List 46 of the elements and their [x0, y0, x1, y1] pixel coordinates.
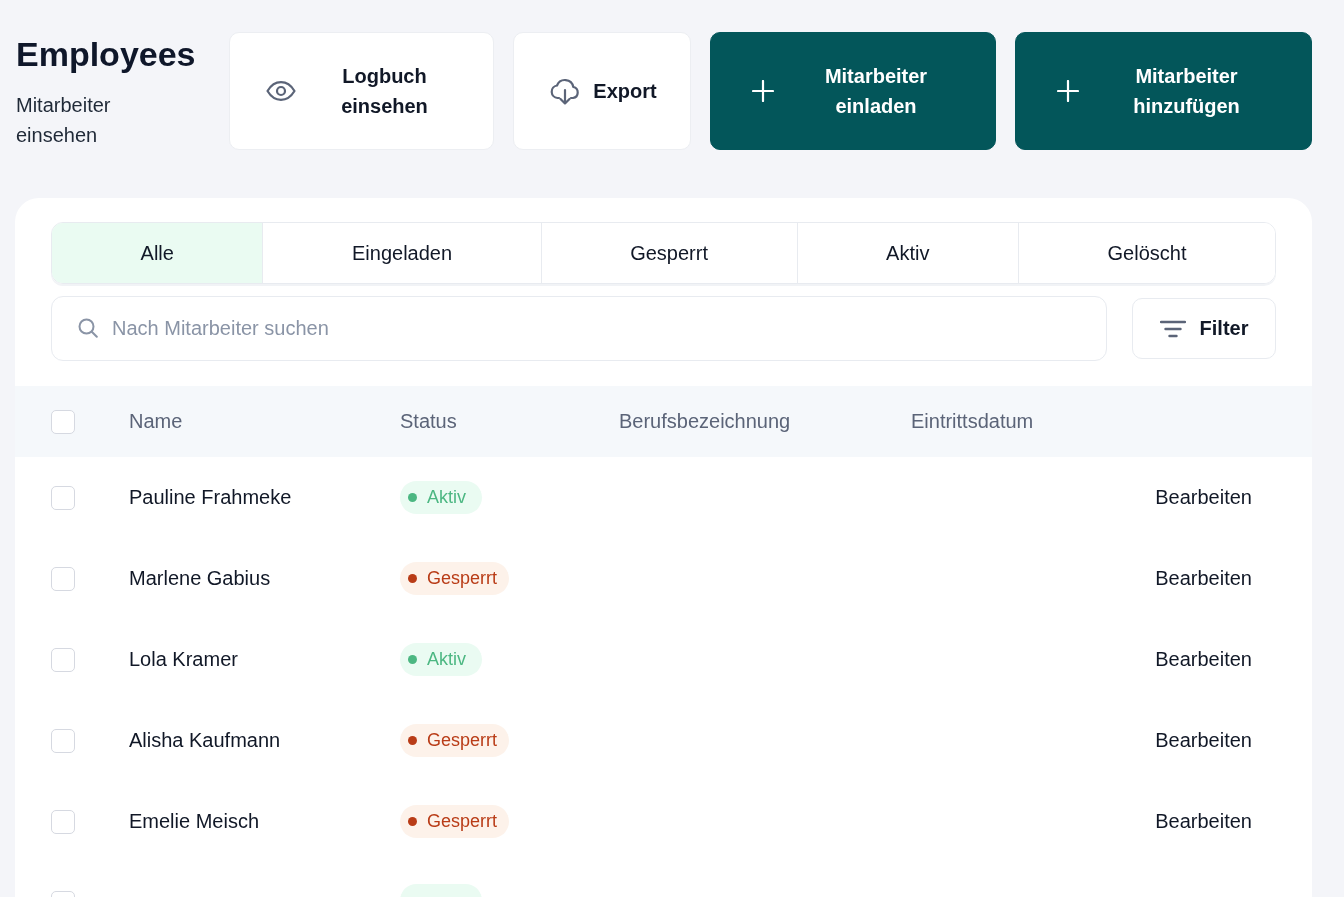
status-dot-icon [408, 817, 417, 826]
plus-icon [1057, 80, 1079, 102]
eye-icon [266, 81, 296, 101]
status-label: Gesperrt [427, 730, 498, 751]
search-icon [78, 318, 98, 338]
edit-link[interactable]: Bearbeiten [1155, 810, 1252, 833]
row-checkbox[interactable] [51, 809, 75, 834]
edit-link[interactable]: Bearbeiten [1155, 567, 1252, 590]
status-dot-icon [408, 655, 417, 664]
edit-link[interactable]: Bearbeiten [1155, 729, 1252, 752]
employee-name: Lola Kramer [129, 648, 238, 670]
add-employee-button[interactable]: Mitarbeiter hinzufügen [1015, 32, 1312, 150]
edit-link[interactable]: Bearbeiten [1155, 648, 1252, 671]
status-dot-icon [408, 736, 417, 745]
page-title: Employees [16, 34, 197, 75]
status-tab[interactable]: Alle [52, 223, 263, 283]
export-button[interactable]: Export [513, 32, 691, 150]
row-checkbox[interactable] [51, 728, 75, 753]
employee-name: Emelie Meisch [129, 810, 260, 832]
view-log-button[interactable]: Logbuch einsehen [229, 32, 494, 150]
row-checkbox[interactable] [51, 566, 75, 591]
column-header: Name [129, 410, 184, 433]
status-label: Gesperrt [427, 811, 498, 832]
plus-icon [752, 80, 774, 102]
status-label: Aktiv [427, 487, 466, 508]
cloud-download-icon [550, 77, 580, 105]
column-header: Eintrittsdatum [911, 410, 1035, 433]
status-dot-icon [408, 574, 417, 583]
edit-link[interactable]: Bearbeiten [1155, 486, 1252, 509]
search-field[interactable]: Nach Mitarbeiter suchen [51, 296, 1107, 361]
column-header: Status [400, 410, 458, 433]
status-tab[interactable]: Gelöscht [1018, 223, 1275, 283]
filter-button[interactable]: Filter [1132, 298, 1276, 359]
row-checkbox[interactable] [51, 647, 75, 672]
filter-icon [1159, 319, 1186, 338]
invite-button[interactable]: Mitarbeiter einladen [710, 32, 996, 150]
status-dot-icon [408, 493, 417, 502]
select-all-checkbox[interactable] [51, 409, 75, 434]
employee-name: Pauline Frahmeke [129, 486, 292, 508]
column-header: Berufsbezeichnung [619, 410, 792, 433]
page-subtitle: Mitarbeiter einsehen [16, 93, 112, 148]
employee-name: Alisha Kaufmann [129, 729, 281, 751]
row-checkbox[interactable] [51, 485, 75, 510]
employee-name: Marlene Gabius [129, 567, 271, 589]
status-label: Aktiv [427, 649, 466, 670]
status-label: Gesperrt [427, 568, 498, 589]
